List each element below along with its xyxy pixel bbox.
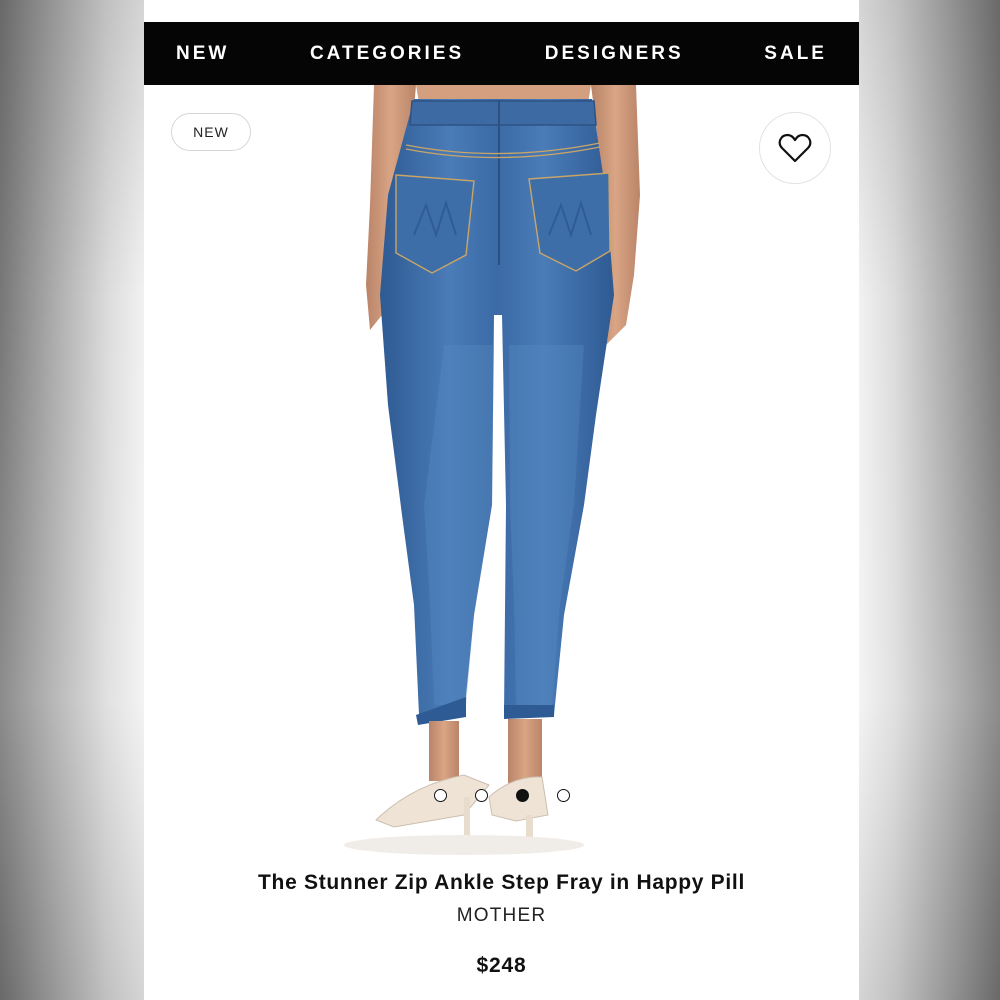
heart-outline-icon: [778, 133, 812, 163]
product-price: $248: [476, 954, 527, 977]
carousel-dots: [144, 785, 859, 805]
nav-new[interactable]: NEW: [176, 43, 229, 65]
nav-categories[interactable]: CATEGORIES: [310, 43, 464, 65]
background-left: [0, 0, 144, 1000]
new-badge: NEW: [171, 113, 251, 151]
wishlist-button[interactable]: [759, 112, 831, 184]
top-navigation: NEW CATEGORIES DESIGNERS SALE: [144, 22, 859, 85]
product-photo: [344, 85, 640, 855]
carousel-dot-1[interactable]: [433, 788, 447, 802]
product-brand[interactable]: MOTHER: [144, 905, 859, 927]
background-right: [859, 0, 1000, 1000]
carousel-dot-4[interactable]: [556, 788, 570, 802]
carousel-dot-2[interactable]: [474, 788, 488, 802]
product-image[interactable]: NEW: [144, 85, 859, 855]
product-page: NEW CATEGORIES DESIGNERS SALE NEW The St…: [144, 0, 859, 1000]
carousel-dot-3-active[interactable]: [515, 788, 529, 802]
nav-designers[interactable]: DESIGNERS: [545, 43, 684, 65]
product-title[interactable]: The Stunner Zip Ankle Step Fray in Happy…: [144, 871, 859, 895]
nav-sale[interactable]: SALE: [764, 43, 827, 65]
